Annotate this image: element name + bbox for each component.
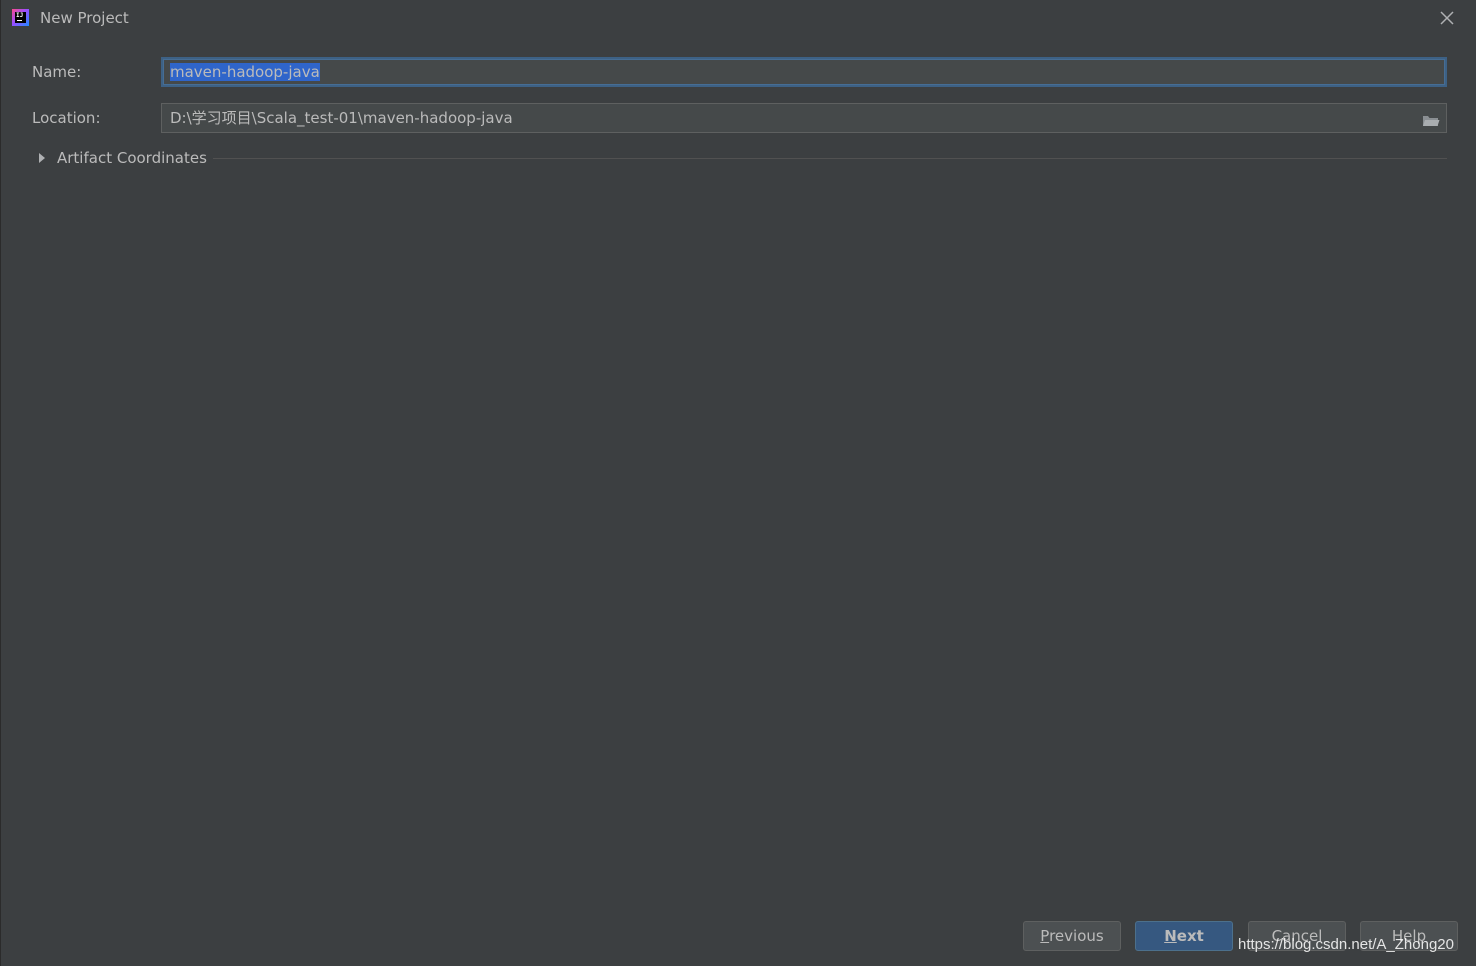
previous-mnemonic: P	[1040, 927, 1050, 945]
watermark-text: https://blog.csdn.net/A_Zhong20	[1238, 936, 1454, 953]
next-mnemonic: N	[1164, 927, 1177, 945]
previous-button[interactable]: Previous	[1023, 921, 1121, 951]
next-button[interactable]: Next	[1135, 921, 1233, 951]
expand-triangle-icon[interactable]	[39, 153, 45, 163]
section-divider	[213, 158, 1447, 159]
close-icon[interactable]	[1437, 8, 1457, 28]
name-input-value: maven-hadoop-java	[170, 63, 320, 81]
artifact-coordinates-section[interactable]: Artifact Coordinates	[37, 148, 1447, 170]
name-label: Name:	[32, 63, 82, 81]
window-title: New Project	[40, 9, 129, 27]
location-input-value: D:\学习项目\Scala_test-01\maven-hadoop-java	[170, 109, 513, 127]
name-input[interactable]: maven-hadoop-java	[161, 57, 1447, 87]
artifact-coordinates-label[interactable]: Artifact Coordinates	[57, 149, 207, 167]
next-label: ext	[1176, 927, 1204, 945]
location-label: Location:	[32, 109, 101, 127]
new-project-dialog: IJ New Project Name: maven-hadoop-java L…	[0, 0, 1476, 966]
folder-icon[interactable]	[1422, 110, 1440, 126]
previous-label: revious	[1049, 927, 1104, 945]
intellij-idea-icon: IJ	[12, 9, 29, 26]
title-bar[interactable]: IJ New Project	[1, 0, 1476, 36]
location-input[interactable]: D:\学习项目\Scala_test-01\maven-hadoop-java	[161, 103, 1447, 133]
